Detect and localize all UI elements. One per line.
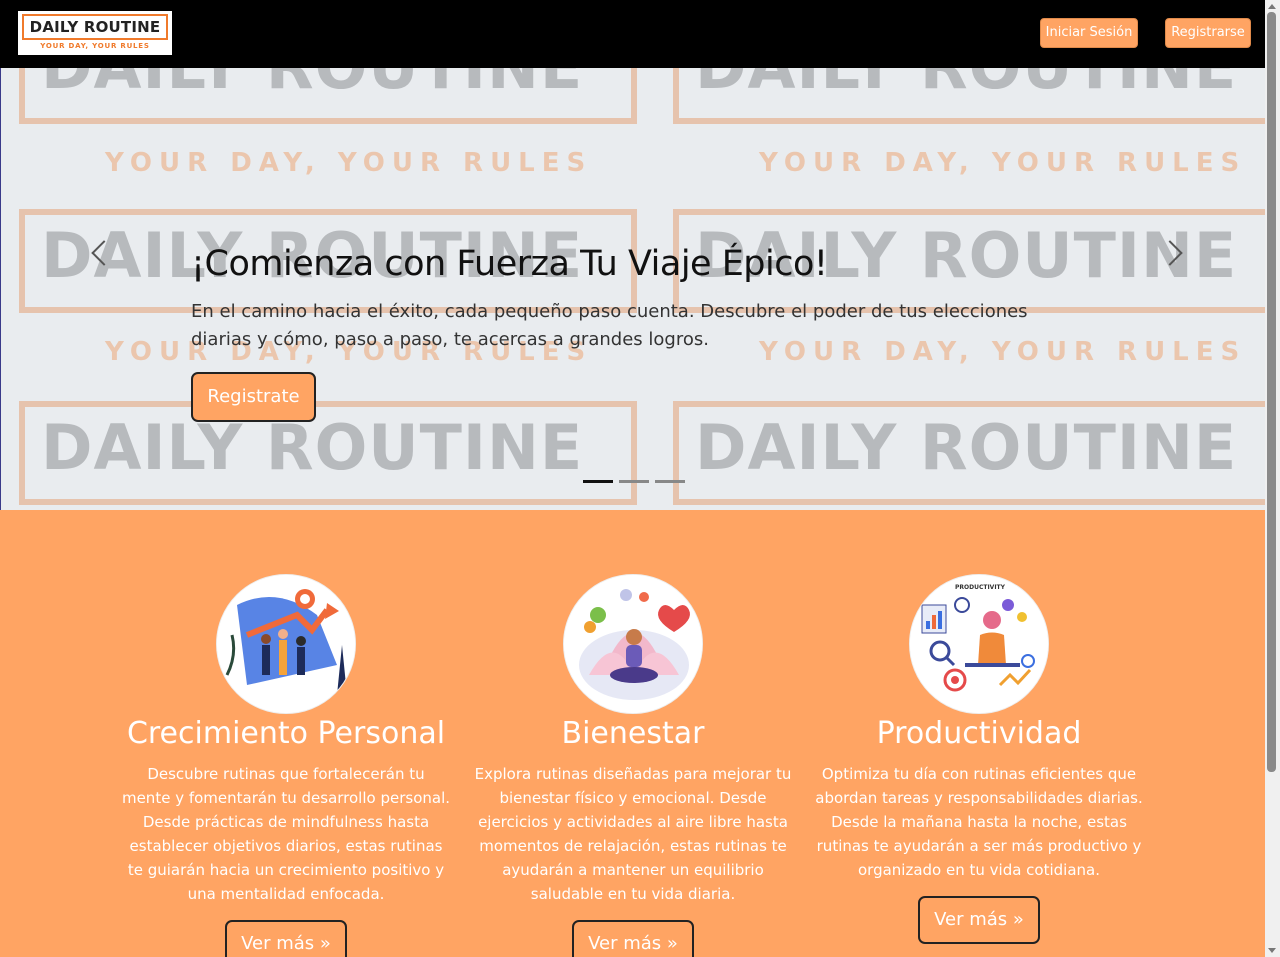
- logo[interactable]: DAILY ROUTINE YOUR DAY, YOUR RULES: [18, 11, 172, 55]
- navbar: DAILY ROUTINE YOUR DAY, YOUR RULES Inici…: [0, 0, 1265, 68]
- feature-text: Descubre rutinas que fortalecerán tu men…: [121, 765, 451, 903]
- feature-title: Bienestar: [561, 716, 705, 751]
- watermark-subtitle: YOUR DAY, YOUR RULES: [105, 148, 593, 178]
- ver-mas-button[interactable]: Ver más »: [225, 920, 347, 957]
- hero-register-button[interactable]: Registrate: [191, 372, 316, 422]
- watermark: DAILY ROUTINE YOUR DAY, YOUR RULES: [673, 68, 1265, 210]
- feature-text: Optimiza tu día con rutinas eficientes q…: [815, 765, 1143, 879]
- hero-carousel: DAILY ROUTINE YOUR DAY, YOUR RULES DAILY…: [0, 68, 1265, 510]
- features-section: Crecimiento Personal Descubre rutinas qu…: [0, 510, 1265, 957]
- watermark-title: DAILY ROUTINE: [41, 68, 583, 106]
- watermark-title: DAILY ROUTINE: [695, 68, 1237, 106]
- carousel-indicator[interactable]: [655, 480, 685, 483]
- chevron-right-icon: [1157, 240, 1183, 266]
- scroll-down-icon[interactable]: [1268, 948, 1276, 953]
- hero-text: En el camino hacia el éxito, cada pequeñ…: [191, 301, 1028, 350]
- carousel-indicator[interactable]: [619, 480, 649, 483]
- logo-box: DAILY ROUTINE: [22, 14, 168, 40]
- feature-text: Explora rutinas diseñadas para mejorar t…: [474, 765, 792, 903]
- feature-image-productivity: PRODUCTIVITY: [909, 574, 1049, 714]
- hero-title: ¡Comienza con Fuerza Tu Viaje Épico!: [191, 244, 828, 284]
- watermark: DAILY ROUTINE YOUR DAY, YOUR RULES: [19, 68, 639, 210]
- feature-image-wellness: [563, 574, 703, 714]
- feature-title: Productividad: [876, 716, 1082, 751]
- login-button[interactable]: Iniciar Sesión: [1040, 18, 1138, 48]
- register-button[interactable]: Registrarse: [1165, 18, 1251, 48]
- page-scrollbar[interactable]: [1265, 0, 1280, 957]
- watermark: DAILY ROUTINE: [673, 401, 1265, 510]
- watermark-title: DAILY ROUTINE: [695, 411, 1238, 484]
- scroll-thumb[interactable]: [1267, 12, 1276, 772]
- carousel-indicator[interactable]: [583, 480, 613, 483]
- feature-image-growth: [216, 574, 356, 714]
- ver-mas-button[interactable]: Ver más »: [918, 896, 1040, 944]
- logo-title: DAILY ROUTINE: [29, 18, 161, 36]
- scroll-up-icon[interactable]: [1268, 4, 1276, 9]
- watermark-row: DAILY ROUTINE YOUR DAY, YOUR RULES DAILY…: [1, 68, 1265, 210]
- carousel-prev-button[interactable]: [87, 238, 117, 268]
- illustration-caption: PRODUCTIVITY: [955, 584, 1006, 591]
- feature-title: Crecimiento Personal: [126, 716, 446, 751]
- ver-mas-button[interactable]: Ver más »: [572, 920, 694, 957]
- productivity-illustration-icon: PRODUCTIVITY: [910, 575, 1048, 713]
- logo-subtitle: YOUR DAY, YOUR RULES: [40, 42, 150, 50]
- carousel-next-button[interactable]: [1157, 238, 1183, 268]
- watermark: DAILY ROUTINE: [19, 401, 639, 510]
- watermark-subtitle: YOUR DAY, YOUR RULES: [759, 148, 1247, 178]
- growth-illustration-icon: [217, 575, 355, 713]
- wellness-illustration-icon: [564, 575, 702, 713]
